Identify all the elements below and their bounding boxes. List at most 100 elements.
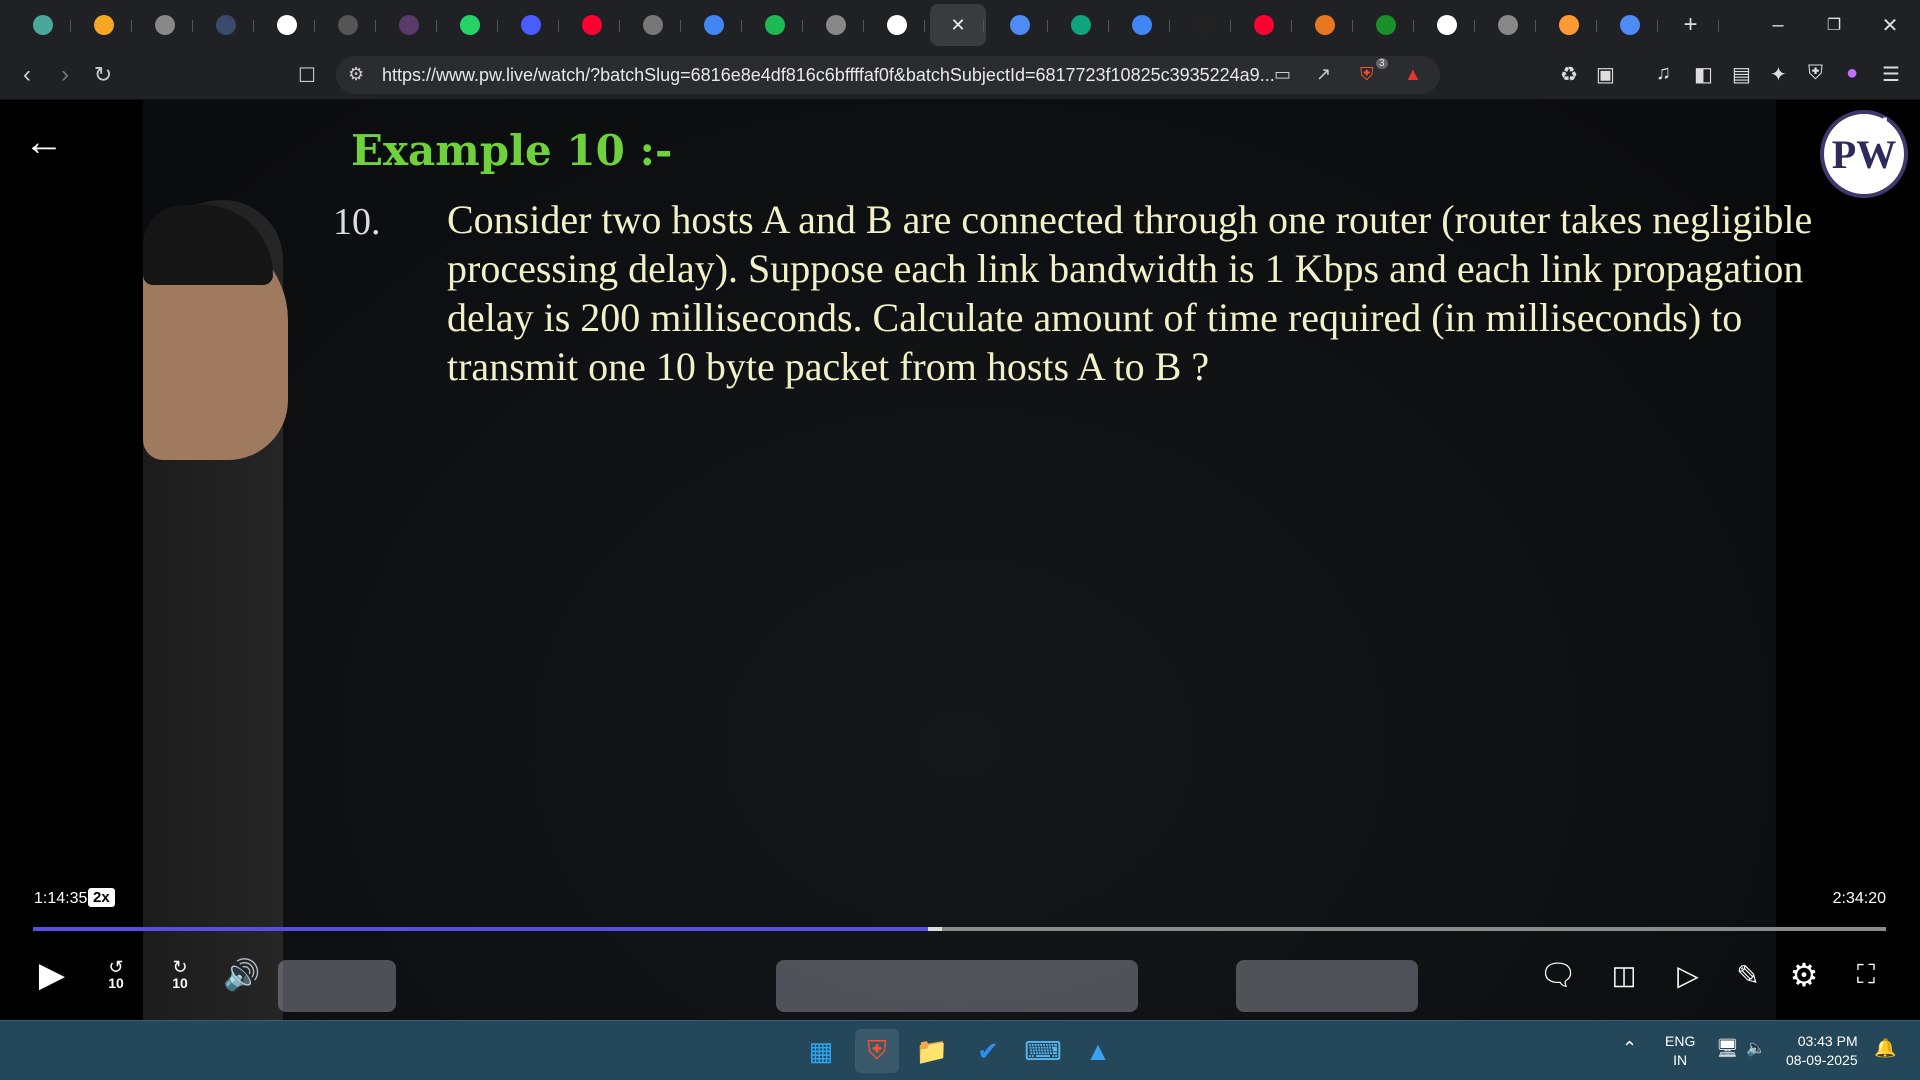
photos-icon[interactable]: ▲ [1076,1029,1120,1073]
tab[interactable] [73,4,134,46]
start-icon[interactable]: ▦ [799,1029,843,1073]
duration: 2:34:20 [1832,890,1886,907]
clock[interactable]: 03:43 PM 08-09-2025 [1786,1032,1858,1070]
chat-icon[interactable]: 🗨 [1536,952,1580,998]
monitor-icon [32,15,53,35]
cast-icon[interactable]: ▭ [1274,64,1291,85]
speed-badge[interactable]: 2x [88,888,115,907]
close-window-button[interactable]: ✕ [1862,0,1918,50]
close-icon[interactable]: ✕ [950,15,965,36]
code-site-icon [642,15,663,35]
vpn-icon[interactable]: ⛨ [1808,62,1823,85]
tab[interactable] [1111,4,1172,46]
tab[interactable] [134,4,195,46]
tab[interactable]: ✕ [930,4,986,46]
tab[interactable] [744,4,805,46]
green-site-icon [1375,15,1396,35]
tab[interactable] [378,4,439,46]
play-button[interactable]: ▶ [30,952,74,998]
settings-icon[interactable]: ⚙ [1782,952,1826,998]
bookmark-icon[interactable]: ☐ [290,58,324,92]
tab[interactable] [256,4,317,46]
more-options-icon[interactable]: ⋮ [1868,114,1902,148]
tab[interactable] [500,4,561,46]
sidebar-icon[interactable]: ◧ [1694,62,1713,87]
tab[interactable] [866,4,927,46]
seek-handle[interactable] [927,927,942,931]
tab[interactable] [1599,4,1660,46]
back-arrow-icon[interactable]: ← [24,120,64,165]
translate-icon[interactable]: ◫ [1602,952,1646,998]
tab[interactable] [1355,4,1416,46]
leo-ai-icon[interactable]: ✦ [1770,62,1787,87]
media-icon[interactable]: ♫ [1656,62,1671,85]
profile-icon[interactable]: ● [1846,62,1858,85]
forward-button[interactable]: › [48,58,82,92]
back-button[interactable]: ‹ [10,58,44,92]
restore-button[interactable]: ❐ [1806,0,1862,50]
tab[interactable] [1416,4,1477,46]
brave-shields-icon[interactable]: ⛨ [1360,64,1374,85]
speaker-icon[interactable]: 🔈 [1746,1039,1766,1058]
tab[interactable] [1538,4,1599,46]
extensions-icon[interactable]: ♻ [1560,62,1578,87]
lang: ENG [1665,1033,1696,1049]
share-icon[interactable]: ↗ [1316,64,1331,85]
bookmark-app-icon [520,15,541,35]
site-settings-icon[interactable]: ⚙ [348,64,364,85]
tab[interactable] [439,4,500,46]
tab[interactable] [622,4,683,46]
chatgpt-icon [1070,15,1091,35]
tray-expand-icon[interactable]: ⌃ [1622,1039,1637,1058]
tab[interactable] [317,4,378,46]
rewind-10-button[interactable]: ↺ 10 [94,952,138,998]
taskbar: ▦ ⛨ 📁 ✔ ⌨ ▲ ⌃ ENG IN 🖥 🔈 03:43 PM 08-09-20… [0,1020,1920,1080]
keyboard-app-icon[interactable]: ⌨ [1021,1029,1065,1073]
tab[interactable] [1233,4,1294,46]
file-explorer-icon[interactable]: 📁 [910,1029,954,1073]
globe-icon [1497,15,1518,35]
url-text: https://www.pw.live/watch/?batchSlug=681… [382,64,1275,85]
tab[interactable] [989,4,1050,46]
current-time: 1:14:35 [34,890,88,907]
tab[interactable] [805,4,866,46]
tab[interactable] [561,4,622,46]
google-icon [1131,15,1152,35]
forward-icon: ↻ [172,957,188,977]
reader-icon[interactable]: ▣ [1596,62,1615,87]
whatsapp-icon [459,15,480,35]
fullscreen-icon[interactable]: ⛶ [1844,952,1888,998]
youtube-icon [1253,15,1274,35]
india-flag-icon [1558,15,1579,35]
picture-in-picture-icon[interactable]: ▷ [1666,952,1710,998]
tab[interactable] [1477,4,1538,46]
wallet-icon[interactable]: ▤ [1732,62,1751,87]
language-indicator[interactable]: ENG IN [1665,1032,1695,1070]
tab[interactable] [1172,4,1233,46]
brave-rewards-icon[interactable]: ▲ [1404,64,1422,85]
reload-button[interactable]: ↻ [86,58,120,92]
minimize-button[interactable]: – [1750,0,1806,50]
date: 08-09-2025 [1786,1052,1858,1068]
volume-icon[interactable]: 🔊 [220,952,264,998]
url-bar[interactable]: ⚙ https://www.pw.live/watch/?batchSlug=6… [336,56,1440,94]
notes-icon[interactable]: ✎ [1726,952,1770,998]
new-tab-button[interactable]: + [1660,4,1721,46]
tab[interactable] [12,4,73,46]
notification-icon[interactable]: 🔔 [1874,1039,1896,1058]
slide: Example 10 :- 10. Consider two hosts A a… [143,100,1908,1020]
slide-title: Example 10 :- [351,126,673,175]
video-player[interactable]: Example 10 :- 10. Consider two hosts A a… [0,100,1920,1020]
tab[interactable] [195,4,256,46]
shields-badge: 3 [1376,58,1388,69]
forward-10-button[interactable]: ↻ 10 [158,952,202,998]
brave-taskbar-icon[interactable]: ⛨ [855,1029,899,1073]
tab[interactable] [1294,4,1355,46]
seek-bar[interactable] [33,927,1886,931]
tab[interactable] [683,4,744,46]
tab[interactable] [1050,4,1111,46]
todo-icon[interactable]: ✔ [966,1029,1010,1073]
rewind-icon: ↺ [108,957,124,977]
network-icon[interactable]: 🖥 [1716,1039,1739,1058]
menu-icon[interactable]: ☰ [1882,62,1900,87]
